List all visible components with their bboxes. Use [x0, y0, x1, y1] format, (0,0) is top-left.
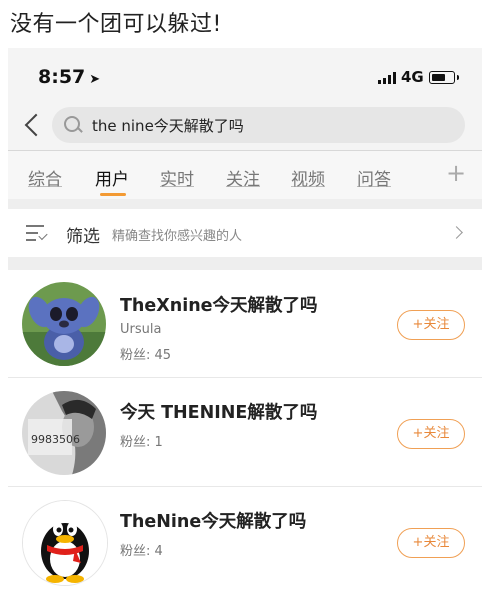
- network-label: 4G: [401, 68, 424, 86]
- tab-bar: 综合 用户 实时 关注 视频 问答 +: [8, 150, 482, 200]
- location-arrow-icon: ➤: [89, 72, 101, 87]
- caption-text: 没有一个团可以躲过!: [10, 12, 222, 37]
- user-subtitle: Ursula: [120, 322, 162, 337]
- filter-label: 筛选: [66, 227, 100, 247]
- user-row[interactable]: 9983506 今天 THENINE解散了吗 粉丝: 1 +关注: [8, 379, 482, 487]
- tab-qa[interactable]: 问答: [357, 165, 391, 190]
- avatar[interactable]: 9983506: [22, 391, 106, 475]
- user-name[interactable]: TheNine今天解散了吗: [120, 508, 306, 533]
- user-row[interactable]: TheNine今天解散了吗 粉丝: 4 +关注: [8, 488, 482, 594]
- tab-users[interactable]: 用户: [95, 165, 129, 190]
- back-arrow-icon[interactable]: [22, 110, 42, 140]
- signal-bars-icon: [378, 72, 398, 84]
- user-fans-count: 粉丝: 45: [120, 348, 172, 363]
- filter-hint: 精确查找你感兴趣的人: [112, 229, 243, 244]
- tab-comprehensive[interactable]: 综合: [28, 165, 62, 190]
- chevron-right-icon: [450, 226, 463, 239]
- row-divider: [8, 486, 482, 487]
- status-bar: 8:57 ➤ 4G: [8, 48, 482, 104]
- section-divider: [8, 199, 482, 209]
- search-icon: [64, 116, 80, 132]
- phone-screen: 8:57 ➤ 4G the nine今天解散了吗 综合 用户 实时 关注 视频 问…: [8, 48, 482, 594]
- tab-realtime[interactable]: 实时: [160, 165, 194, 190]
- row-divider: [8, 377, 482, 378]
- filter-icon: [26, 225, 48, 241]
- status-time: 8:57 ➤: [38, 66, 100, 88]
- follow-button[interactable]: +关注: [397, 419, 465, 449]
- avatar-overlay-text: 9983506: [31, 433, 80, 446]
- add-tab-icon[interactable]: +: [446, 159, 466, 187]
- search-input[interactable]: the nine今天解散了吗: [52, 107, 465, 143]
- battery-icon: [429, 71, 459, 84]
- filter-row[interactable]: 筛选 精确查找你感兴趣的人: [8, 209, 482, 257]
- user-name[interactable]: TheXnine今天解散了吗: [120, 292, 318, 317]
- search-bar: the nine今天解散了吗: [8, 104, 482, 150]
- active-tab-indicator: [100, 193, 126, 196]
- tab-following[interactable]: 关注: [226, 165, 260, 190]
- section-divider: [8, 257, 482, 270]
- time-text: 8:57: [38, 66, 86, 88]
- avatar[interactable]: [22, 282, 106, 366]
- tab-video[interactable]: 视频: [291, 165, 325, 190]
- follow-button[interactable]: +关注: [397, 310, 465, 340]
- user-fans-count: 粉丝: 4: [120, 544, 163, 559]
- avatar[interactable]: [22, 500, 108, 586]
- follow-button[interactable]: +关注: [397, 528, 465, 558]
- search-query[interactable]: the nine今天解散了吗: [92, 115, 244, 136]
- user-fans-count: 粉丝: 1: [120, 435, 163, 450]
- user-row[interactable]: TheXnine今天解散了吗 Ursula 粉丝: 45 +关注: [8, 270, 482, 378]
- user-name[interactable]: 今天 THENINE解散了吗: [120, 399, 317, 424]
